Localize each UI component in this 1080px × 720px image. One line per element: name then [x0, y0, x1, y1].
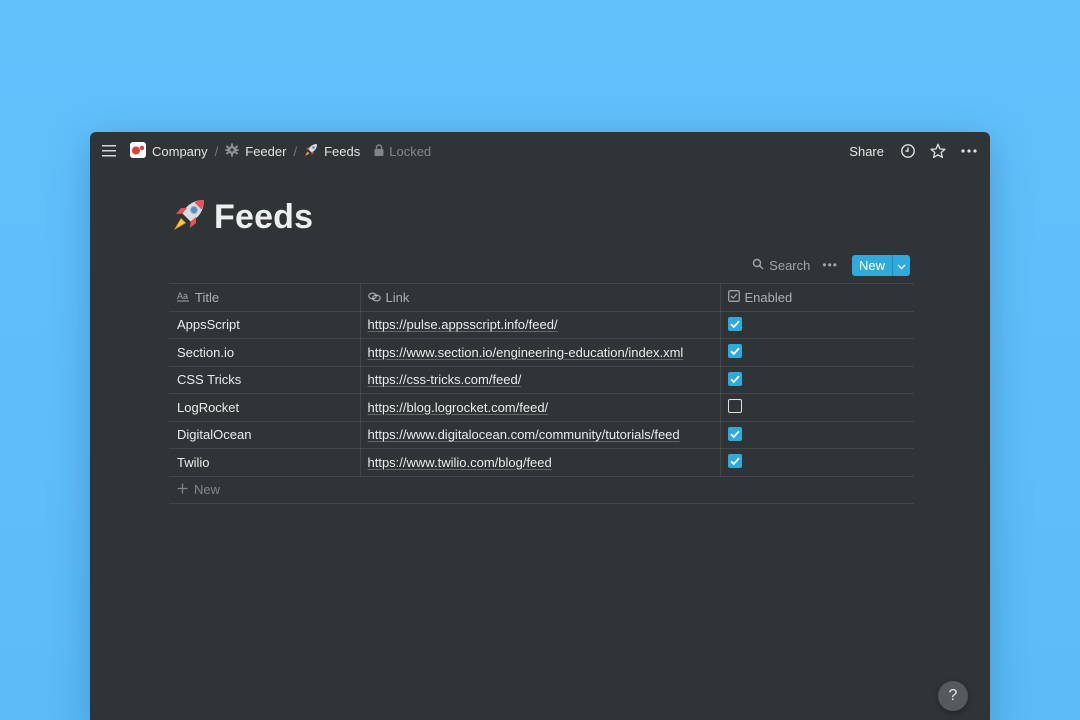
gear-icon — [225, 143, 239, 160]
feed-link[interactable]: https://www.digitalocean.com/community/t… — [368, 427, 680, 442]
enabled-checkbox-checked[interactable] — [727, 316, 742, 331]
plus-icon — [177, 482, 188, 497]
title-cell[interactable]: LogRocket — [169, 393, 361, 422]
column-header-link[interactable]: Link — [360, 283, 721, 312]
more-icon[interactable] — [960, 143, 978, 159]
company-logo-icon — [130, 141, 146, 161]
enabled-checkbox-unchecked[interactable] — [727, 398, 742, 413]
link-cell[interactable]: https://pulse.appsscript.info/feed/ — [360, 310, 721, 339]
title-cell[interactable]: Section.io — [169, 338, 361, 367]
enabled-cell — [720, 365, 914, 394]
breadcrumb-item-feeder[interactable]: Feeder — [225, 143, 286, 160]
table-row[interactable]: Twilio https://www.twilio.com/blog/feed — [169, 448, 914, 477]
table-row[interactable]: CSS Tricks https://css-tricks.com/feed/ — [169, 365, 914, 394]
link-cell[interactable]: https://www.section.io/engineering-educa… — [360, 338, 721, 367]
lock-icon — [374, 143, 384, 159]
enabled-cell — [720, 420, 914, 449]
breadcrumb-item-feeds[interactable]: Feeds — [304, 143, 360, 160]
chevron-down-icon — [897, 258, 906, 273]
link-cell[interactable]: https://blog.logrocket.com/feed/ — [360, 393, 721, 422]
column-header-label: Enabled — [744, 289, 793, 305]
column-header-label: Link — [385, 289, 410, 305]
column-header-enabled[interactable]: Enabled — [720, 283, 914, 312]
breadcrumb-separator: / — [293, 143, 298, 159]
share-button[interactable]: Share — [849, 144, 884, 159]
title-cell[interactable]: DigitalOcean — [169, 420, 361, 449]
enabled-cell — [720, 338, 914, 367]
hamburger-menu-icon[interactable] — [102, 144, 118, 158]
link-icon — [367, 290, 381, 305]
column-header-label: Title — [195, 289, 220, 305]
breadcrumb-label: Feeder — [245, 143, 287, 159]
feeds-table: Aa Title Link Enabled AppsScript https:/… — [169, 283, 914, 504]
new-record-button: New — [851, 254, 910, 276]
new-button[interactable]: New — [852, 255, 892, 276]
enabled-cell — [720, 448, 914, 477]
enabled-checkbox-checked[interactable] — [727, 344, 742, 359]
database-toolbar: Search ••• New — [752, 254, 910, 276]
topbar-actions: Share — [849, 132, 978, 170]
locked-indicator[interactable]: Locked — [374, 144, 431, 159]
checkbox-icon — [727, 289, 740, 305]
page-title: Feeds — [172, 198, 313, 237]
add-row-button[interactable]: New — [177, 482, 914, 497]
search-button[interactable]: Search — [752, 258, 810, 273]
breadcrumb-separator: / — [214, 143, 219, 159]
feed-link[interactable]: https://www.section.io/engineering-educa… — [368, 345, 684, 360]
table-header-row: Aa Title Link Enabled — [169, 283, 914, 312]
title-cell[interactable]: AppsScript — [169, 310, 361, 339]
enabled-cell — [720, 393, 914, 422]
table-row[interactable]: Section.io https://www.section.io/engine… — [169, 338, 914, 367]
feed-link[interactable]: https://pulse.appsscript.info/feed/ — [368, 317, 558, 332]
add-row[interactable]: New — [169, 475, 914, 504]
breadcrumb-item-company[interactable]: Company — [130, 141, 208, 161]
table-row[interactable]: LogRocket https://blog.logrocket.com/fee… — [169, 393, 914, 422]
table-row[interactable]: DigitalOcean https://www.digitalocean.co… — [169, 420, 914, 449]
history-icon[interactable] — [900, 143, 916, 159]
enabled-checkbox-checked[interactable] — [727, 454, 742, 469]
add-row-label: New — [194, 482, 221, 498]
feed-link[interactable]: https://css-tricks.com/feed/ — [368, 372, 522, 387]
rocket-icon — [304, 143, 318, 160]
breadcrumb-label: Feeds — [324, 143, 361, 159]
new-dropdown-button[interactable] — [892, 254, 910, 276]
page-title-text: Feeds — [214, 198, 314, 236]
enabled-checkbox-checked[interactable] — [727, 371, 742, 386]
feed-link[interactable]: https://blog.logrocket.com/feed/ — [368, 400, 549, 415]
search-label: Search — [769, 257, 811, 273]
rocket-icon[interactable] — [172, 198, 206, 237]
topbar: Company / Feeder / Feeds Locked Share — [90, 132, 990, 170]
enabled-checkbox-checked[interactable] — [727, 426, 742, 441]
text-type-icon: Aa — [177, 290, 190, 305]
locked-label: Locked — [389, 143, 432, 159]
help-button[interactable]: ? — [938, 681, 968, 711]
search-icon — [752, 258, 764, 273]
breadcrumb-label: Company — [152, 143, 208, 159]
svg-text:Aa: Aa — [177, 291, 188, 301]
title-cell[interactable]: CSS Tricks — [169, 365, 361, 394]
title-cell[interactable]: Twilio — [169, 448, 361, 477]
app-window: Company / Feeder / Feeds Locked Share Fe… — [90, 132, 990, 720]
link-cell[interactable]: https://www.digitalocean.com/community/t… — [360, 420, 721, 449]
star-icon[interactable] — [930, 143, 946, 159]
link-cell[interactable]: https://css-tricks.com/feed/ — [360, 365, 721, 394]
breadcrumb: Company / Feeder / Feeds Locked — [130, 132, 431, 170]
database-more-button[interactable]: ••• — [822, 258, 838, 272]
feed-link[interactable]: https://www.twilio.com/blog/feed — [368, 455, 552, 470]
link-cell[interactable]: https://www.twilio.com/blog/feed — [360, 448, 721, 477]
table-row[interactable]: AppsScript https://pulse.appsscript.info… — [169, 310, 914, 339]
column-header-title[interactable]: Aa Title — [169, 283, 361, 312]
enabled-cell — [720, 310, 914, 339]
